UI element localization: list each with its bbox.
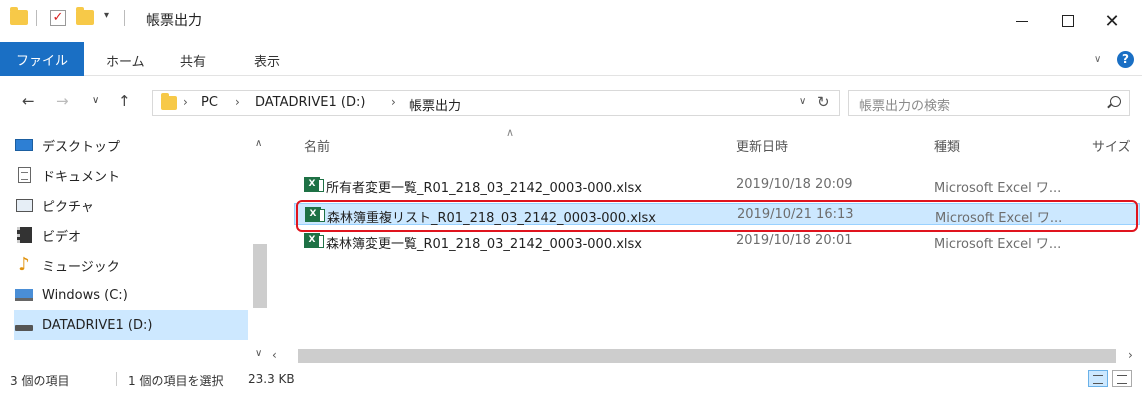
- scroll-right-icon[interactable]: ›: [1128, 348, 1133, 362]
- documents-icon: [14, 167, 34, 183]
- refresh-icon[interactable]: ↻: [817, 93, 830, 111]
- file-name: 森林簿変更一覧_R01_218_03_2142_0003-000.xlsx: [326, 237, 643, 252]
- videos-icon: [14, 227, 34, 243]
- large-icons-view-icon[interactable]: [1112, 370, 1132, 387]
- chevron-right-icon[interactable]: ›: [391, 95, 396, 109]
- file-type: Microsoft Excel ワ...: [934, 237, 1062, 252]
- expand-ribbon-icon[interactable]: ∨: [1094, 54, 1101, 65]
- nav-item-label: ビデオ: [42, 229, 82, 245]
- back-icon[interactable]: ←: [22, 92, 35, 110]
- sort-ascending-icon: ∧: [506, 126, 515, 139]
- file-type: Microsoft Excel ワ...: [934, 181, 1062, 196]
- desktop-icon: [14, 137, 34, 153]
- scroll-down-icon[interactable]: ∨: [255, 348, 262, 359]
- search-icon[interactable]: [1110, 96, 1121, 107]
- scrollbar-thumb[interactable]: [253, 244, 267, 308]
- selection-count: 1 個の項目を選択: [128, 374, 224, 388]
- folder-icon: [161, 93, 177, 110]
- breadcrumb-pc[interactable]: PC: [201, 95, 218, 110]
- music-icon: ♪: [18, 254, 30, 275]
- properties-icon[interactable]: ✓: [50, 10, 66, 26]
- nav-item-datadrive[interactable]: DATADRIVE1 (D:): [14, 310, 248, 340]
- nav-item-documents[interactable]: ドキュメント: [14, 160, 248, 190]
- excel-file-icon: X: [304, 233, 324, 248]
- forward-icon[interactable]: →: [56, 92, 69, 110]
- item-count: 3 個の項目: [10, 374, 70, 388]
- address-row: ← → ∨ ↑ › PC › DATADRIVE1 (D:) › 帳票出力 ∨ …: [0, 76, 1142, 126]
- status-bar: 3 個の項目 1 個の項目を選択 23.3 KB: [0, 366, 1142, 393]
- search-input[interactable]: 帳票出力の検索: [848, 90, 1130, 116]
- excel-file-icon: X: [305, 207, 325, 222]
- nav-item-pictures[interactable]: ピクチャ: [14, 190, 248, 220]
- close-button[interactable]: ✕: [1084, 0, 1140, 42]
- tab-file[interactable]: ファイル: [0, 42, 84, 76]
- nav-item-label: Windows (C:): [42, 287, 128, 303]
- file-modified: 2019/10/18 20:09: [736, 177, 853, 192]
- separator: [116, 372, 117, 386]
- column-header-type[interactable]: 種類: [934, 136, 960, 155]
- drive-icon: [14, 317, 34, 333]
- file-modified: 2019/10/18 20:01: [736, 233, 853, 248]
- scroll-up-icon[interactable]: ∧: [255, 138, 262, 149]
- tab-view[interactable]: 表示: [254, 51, 280, 70]
- file-name: 所有者変更一覧_R01_218_03_2142_0003-000.xlsx: [326, 181, 643, 196]
- up-icon[interactable]: ↑: [118, 92, 131, 110]
- chevron-right-icon[interactable]: ›: [183, 95, 188, 109]
- scroll-left-icon[interactable]: ‹: [272, 348, 277, 362]
- close-icon: ✕: [1104, 10, 1120, 32]
- nav-item-windows-drive[interactable]: Windows (C:): [14, 280, 248, 310]
- address-bar[interactable]: › PC › DATADRIVE1 (D:) › 帳票出力 ∨ ↻: [152, 90, 840, 116]
- nav-item-label: ミュージック: [42, 259, 120, 275]
- file-row[interactable]: X 森林簿変更一覧_R01_218_03_2142_0003-000.xlsx …: [294, 230, 1140, 252]
- nav-item-desktop[interactable]: デスクトップ: [14, 130, 248, 160]
- nav-vertical-scrollbar[interactable]: ∧ ∨: [250, 126, 270, 366]
- separator: [124, 10, 125, 26]
- tab-share[interactable]: 共有: [180, 51, 206, 70]
- customize-toolbar-icon[interactable]: ▾: [104, 10, 109, 21]
- breadcrumb-drive[interactable]: DATADRIVE1 (D:): [255, 95, 365, 110]
- chevron-right-icon[interactable]: ›: [235, 95, 240, 109]
- navigation-pane: デスクトップ ドキュメント ピクチャ ビデオ ♪ ミュージック Windows …: [0, 126, 270, 366]
- help-icon[interactable]: ?: [1117, 51, 1134, 68]
- file-modified: 2019/10/21 16:13: [737, 207, 854, 222]
- file-row-selected[interactable]: X 森林簿重複リスト_R01_218_03_2142_0003-000.xlsx…: [294, 203, 1140, 226]
- excel-file-icon: X: [304, 177, 324, 192]
- content-horizontal-scrollbar[interactable]: ‹ ›: [270, 346, 1142, 366]
- column-header-modified[interactable]: 更新日時: [736, 136, 788, 155]
- nav-item-label: ドキュメント: [42, 169, 121, 185]
- ribbon: ファイル ホーム 共有 表示 ∨ ?: [0, 42, 1142, 76]
- nav-item-label: ピクチャ: [42, 199, 94, 215]
- windows-drive-icon: [14, 287, 34, 303]
- selection-size: 23.3 KB: [248, 372, 295, 386]
- chevron-down-icon[interactable]: ∨: [799, 96, 806, 107]
- tab-home[interactable]: ホーム: [106, 51, 145, 70]
- details-view-icon[interactable]: [1088, 370, 1108, 387]
- nav-item-music[interactable]: ♪ ミュージック: [14, 250, 248, 280]
- window-title: 帳票出力: [146, 13, 202, 29]
- file-type: Microsoft Excel ワ...: [935, 211, 1063, 226]
- separator: [36, 10, 37, 26]
- recent-locations-icon[interactable]: ∨: [92, 95, 99, 106]
- column-header-name[interactable]: 名前: [304, 136, 330, 155]
- nav-item-label: デスクトップ: [42, 139, 121, 155]
- folder-icon: [10, 7, 28, 25]
- scrollbar-thumb[interactable]: [298, 349, 1116, 363]
- nav-item-videos[interactable]: ビデオ: [14, 220, 248, 250]
- file-row[interactable]: X 所有者変更一覧_R01_218_03_2142_0003-000.xlsx …: [294, 174, 1140, 196]
- search-placeholder: 帳票出力の検索: [859, 99, 951, 114]
- breadcrumb-folder[interactable]: 帳票出力: [409, 95, 461, 114]
- file-list: ∧ 名前 更新日時 種類 サイズ X 所有者変更一覧_R01_218_03_21…: [270, 126, 1142, 366]
- new-folder-icon[interactable]: [76, 7, 94, 25]
- file-name: 森林簿重複リスト_R01_218_03_2142_0003-000.xlsx: [327, 211, 657, 226]
- nav-item-label: DATADRIVE1 (D:): [42, 317, 153, 333]
- column-header-size[interactable]: サイズ: [1092, 136, 1131, 155]
- pictures-icon: [14, 197, 34, 213]
- title-bar: ✓ ▾ 帳票出力 ✕: [0, 0, 1142, 42]
